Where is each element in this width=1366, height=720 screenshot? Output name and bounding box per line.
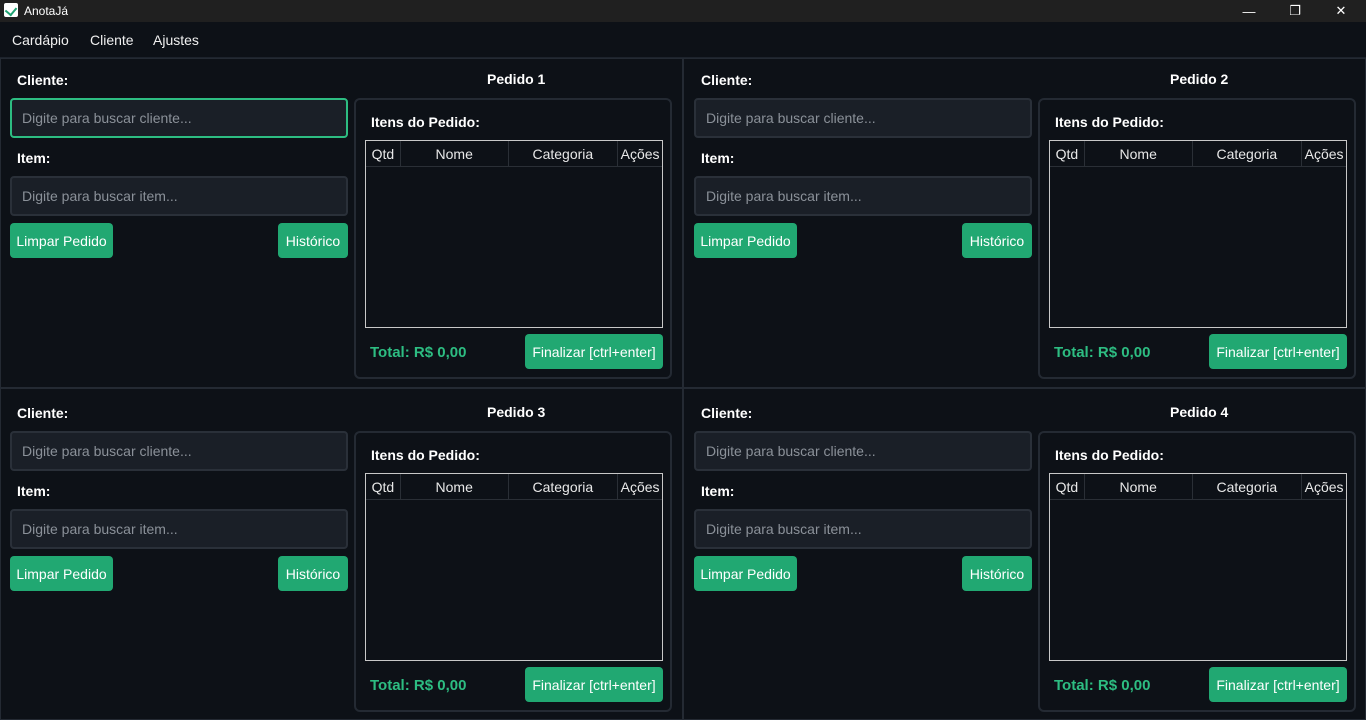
history-button[interactable]: Histórico	[962, 223, 1032, 258]
client-search-input[interactable]: Digite para buscar cliente...	[10, 431, 348, 471]
order-items-table[interactable]: Qtd Nome Categoria Ações	[1049, 473, 1347, 661]
col-qtd[interactable]: Qtd	[1050, 474, 1085, 499]
col-qtd[interactable]: Qtd	[366, 141, 401, 166]
client-label: Cliente:	[701, 405, 753, 421]
col-nome[interactable]: Nome	[1085, 141, 1193, 166]
order-items-box: Itens do Pedido: Qtd Nome Categoria Açõe…	[1038, 431, 1356, 712]
col-categoria[interactable]: Categoria	[509, 474, 619, 499]
order-items-label: Itens do Pedido:	[371, 447, 480, 463]
title-bar: AnotaJá — ❐ ✕	[0, 0, 1366, 22]
order-items-table[interactable]: Qtd Nome Categoria Ações	[365, 140, 663, 328]
finalize-button[interactable]: Finalizar [ctrl+enter]	[525, 334, 663, 369]
client-label: Cliente:	[17, 405, 69, 421]
item-search-input[interactable]: Digite para buscar item...	[10, 176, 348, 216]
col-qtd[interactable]: Qtd	[366, 474, 401, 499]
maximize-button[interactable]: ❐	[1272, 0, 1318, 22]
minimize-button[interactable]: —	[1226, 0, 1272, 22]
order-items-table[interactable]: Qtd Nome Categoria Ações	[1049, 140, 1347, 328]
col-nome[interactable]: Nome	[1085, 474, 1193, 499]
table-header: Qtd Nome Categoria Ações	[1050, 474, 1346, 500]
item-label: Item:	[701, 150, 735, 166]
item-label: Item:	[17, 150, 51, 166]
table-header: Qtd Nome Categoria Ações	[366, 474, 662, 500]
col-categoria[interactable]: Categoria	[1193, 141, 1303, 166]
item-label: Item:	[17, 483, 51, 499]
order-title: Pedido 1	[487, 71, 546, 87]
order-items-table[interactable]: Qtd Nome Categoria Ações	[365, 473, 663, 661]
col-acoes[interactable]: Ações	[1302, 474, 1346, 499]
order-total: Total: R$ 0,00	[1054, 344, 1151, 361]
order-items-box: Itens do Pedido: Qtd Nome Categoria Açõe…	[1038, 98, 1356, 379]
table-header: Qtd Nome Categoria Ações	[1050, 141, 1346, 167]
client-search-input[interactable]: Digite para buscar cliente...	[10, 98, 348, 138]
order-items-box: Itens do Pedido: Qtd Nome Categoria Açõe…	[354, 431, 672, 712]
finalize-button[interactable]: Finalizar [ctrl+enter]	[525, 667, 663, 702]
menu-ajustes[interactable]: Ajustes	[153, 32, 199, 48]
close-button[interactable]: ✕	[1318, 0, 1364, 22]
client-search-input[interactable]: Digite para buscar cliente...	[694, 98, 1032, 138]
client-label: Cliente:	[701, 72, 753, 88]
clear-order-button[interactable]: Limpar Pedido	[10, 223, 113, 258]
item-search-input[interactable]: Digite para buscar item...	[694, 176, 1032, 216]
finalize-button[interactable]: Finalizar [ctrl+enter]	[1209, 667, 1347, 702]
item-search-input[interactable]: Digite para buscar item...	[10, 509, 348, 549]
order-items-box: Itens do Pedido: Qtd Nome Categoria Açõe…	[354, 98, 672, 379]
window-title: AnotaJá	[24, 4, 69, 18]
menu-cliente[interactable]: Cliente	[90, 32, 134, 48]
order-panel-2: Cliente: Digite para buscar cliente... I…	[683, 58, 1366, 388]
clear-order-button[interactable]: Limpar Pedido	[694, 556, 797, 591]
col-acoes[interactable]: Ações	[618, 474, 662, 499]
order-title: Pedido 3	[487, 404, 546, 420]
col-acoes[interactable]: Ações	[1302, 141, 1346, 166]
app-checklist-icon	[4, 3, 18, 17]
item-label: Item:	[701, 483, 735, 499]
col-nome[interactable]: Nome	[401, 474, 509, 499]
client-label: Cliente:	[17, 72, 69, 88]
order-title: Pedido 4	[1170, 404, 1229, 420]
order-items-label: Itens do Pedido:	[371, 114, 480, 130]
history-button[interactable]: Histórico	[278, 223, 348, 258]
order-total: Total: R$ 0,00	[370, 677, 467, 694]
clear-order-button[interactable]: Limpar Pedido	[10, 556, 113, 591]
order-panel-1: Cliente: Digite para buscar cliente... I…	[0, 58, 683, 388]
order-title: Pedido 2	[1170, 71, 1229, 87]
order-total: Total: R$ 0,00	[1054, 677, 1151, 694]
col-qtd[interactable]: Qtd	[1050, 141, 1085, 166]
order-panel-4: Cliente: Digite para buscar cliente... I…	[683, 388, 1366, 720]
order-items-label: Itens do Pedido:	[1055, 114, 1164, 130]
col-categoria[interactable]: Categoria	[1193, 474, 1303, 499]
order-panel-3: Cliente: Digite para buscar cliente... I…	[0, 388, 683, 720]
order-total: Total: R$ 0,00	[370, 344, 467, 361]
history-button[interactable]: Histórico	[962, 556, 1032, 591]
client-search-input[interactable]: Digite para buscar cliente...	[694, 431, 1032, 471]
col-acoes[interactable]: Ações	[618, 141, 662, 166]
menu-bar: Cardápio Cliente Ajustes	[0, 22, 1366, 58]
clear-order-button[interactable]: Limpar Pedido	[694, 223, 797, 258]
item-search-input[interactable]: Digite para buscar item...	[694, 509, 1032, 549]
finalize-button[interactable]: Finalizar [ctrl+enter]	[1209, 334, 1347, 369]
table-header: Qtd Nome Categoria Ações	[366, 141, 662, 167]
col-categoria[interactable]: Categoria	[509, 141, 619, 166]
col-nome[interactable]: Nome	[401, 141, 509, 166]
order-items-label: Itens do Pedido:	[1055, 447, 1164, 463]
history-button[interactable]: Histórico	[278, 556, 348, 591]
menu-cardapio[interactable]: Cardápio	[12, 32, 69, 48]
